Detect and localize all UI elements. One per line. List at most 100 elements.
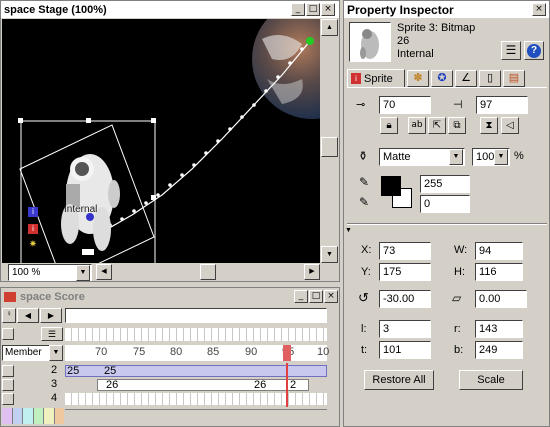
bg-color-field[interactable]: 0 <box>420 195 470 213</box>
tab-movie[interactable]: ▯ <box>479 70 501 87</box>
r-label: r: <box>454 323 461 335</box>
channel-3-toggle[interactable] <box>2 379 14 391</box>
playhead-marker[interactable] <box>283 345 291 361</box>
hscroll-left-arrow[interactable]: ◀ <box>96 264 112 280</box>
sprite-thumbnail <box>349 22 391 62</box>
scroll-down-arrow[interactable]: ▼ <box>321 246 338 263</box>
section-divider <box>347 223 547 225</box>
hscroll-right-arrow[interactable]: ▶ <box>304 264 320 280</box>
member-dropdown-arrow[interactable]: ▼ <box>49 345 63 361</box>
lock-icon[interactable]: 🔒︎ <box>380 117 398 134</box>
hscroll-thumb[interactable] <box>200 264 216 280</box>
r-field[interactable]: 143 <box>475 320 523 338</box>
restore-all-button[interactable]: Restore All <box>364 370 434 390</box>
tab-behavior[interactable]: ✽ <box>407 70 429 87</box>
ink-dropdown-arrow[interactable]: ▼ <box>449 149 463 165</box>
stage-vscroll[interactable]: ▲ ▼ <box>321 19 338 263</box>
w-field[interactable]: 94 <box>475 242 523 260</box>
minimize-icon[interactable]: _ <box>291 3 305 16</box>
swatch-1[interactable] <box>2 408 13 424</box>
stage-canvas[interactable]: Internal i i ✷ <box>2 19 320 263</box>
zoom-dropdown-arrow[interactable]: ▼ <box>76 265 90 281</box>
score-hide-button[interactable]: ♀ <box>2 308 16 323</box>
stage-title: space Stage (100%) <box>4 3 107 16</box>
close-icon[interactable]: × <box>321 3 335 16</box>
playhead-line <box>286 363 288 407</box>
moveable-icon[interactable]: ⇱ <box>428 117 446 134</box>
expand-arrow-icon[interactable]: ▼ <box>345 227 352 234</box>
score-color-swatches <box>2 408 64 424</box>
reg-x-field[interactable]: 70 <box>379 96 431 114</box>
script-channel-toggle[interactable] <box>2 328 14 340</box>
swatch-6[interactable] <box>54 408 64 424</box>
channel-3-sprite-span[interactable]: 26 26 2 <box>97 379 309 391</box>
score-minimize-icon[interactable]: _ <box>294 290 308 303</box>
flip-horizontal-icon[interactable]: ⧗ <box>480 117 498 134</box>
vscroll-thumb[interactable] <box>321 137 338 157</box>
score-maximize-icon[interactable]: □ <box>309 290 323 303</box>
tab-guides[interactable]: ▤ <box>503 70 525 87</box>
scale-button[interactable]: Scale <box>459 370 523 390</box>
stage-window: space Stage (100%) _ □ × Internal i i ✷ … <box>0 0 340 282</box>
tab-sprite[interactable]: i Sprite <box>347 69 405 88</box>
fg-color-field[interactable]: 255 <box>420 175 470 193</box>
foreground-color-chip[interactable] <box>381 176 401 196</box>
score-title: space Score <box>20 290 85 303</box>
script-channel-cells[interactable] <box>65 328 327 341</box>
astronaut-image <box>61 154 120 251</box>
frame-100: 10 <box>317 346 330 358</box>
maximize-icon[interactable]: □ <box>306 3 320 16</box>
score-sprite-name-field[interactable] <box>65 308 327 323</box>
l-field[interactable]: 3 <box>379 320 431 338</box>
reg-y-field[interactable]: 97 <box>476 96 528 114</box>
channel-4-toggle[interactable] <box>2 393 14 405</box>
script-channel-icon[interactable]: ☰ <box>41 327 63 341</box>
score-close-icon[interactable]: × <box>324 290 338 303</box>
inspector-close-icon[interactable]: × <box>532 3 546 16</box>
reg-y-icon: ⊣ <box>453 99 463 111</box>
swatch-5[interactable] <box>44 408 55 424</box>
score-bottom-scroll[interactable] <box>65 409 327 423</box>
flip-vertical-icon[interactable]: ◁ <box>501 117 519 134</box>
help-icon[interactable]: ? <box>524 41 544 60</box>
sprite-script-icon: i <box>28 207 38 217</box>
trails-icon[interactable]: ⧉ <box>448 117 466 134</box>
score-titlebar[interactable]: space Score <box>1 288 339 305</box>
sprite-behavior-icon: i <box>28 224 38 234</box>
list-view-icon[interactable]: ☰ <box>501 41 521 60</box>
channel-2-cell-start: 25 <box>67 365 80 377</box>
inspector-tabs: i Sprite ✽ ✪ ∠ ▯ ▤ <box>347 69 547 88</box>
t-field[interactable]: 101 <box>379 341 431 359</box>
w-label: W: <box>454 244 468 256</box>
tab-bitmap[interactable]: ∠ <box>455 70 477 87</box>
swatch-4[interactable] <box>33 408 44 424</box>
editable-icon[interactable]: ab <box>408 117 426 134</box>
earth-image <box>252 19 320 119</box>
swatch-3[interactable] <box>23 408 34 424</box>
inspector-titlebar[interactable]: Property Inspector <box>344 1 549 18</box>
tab-member[interactable]: ✪ <box>431 70 453 87</box>
h-field[interactable]: 116 <box>475 263 523 281</box>
score-next-button[interactable]: ▶ <box>40 308 62 323</box>
frame-80: 80 <box>170 346 183 358</box>
frame-ruler[interactable]: 70 75 80 85 90 95 10 <box>65 345 330 361</box>
background-color-icon: ✎ <box>359 195 370 209</box>
scroll-up-arrow[interactable]: ▲ <box>321 19 338 36</box>
frame-85: 85 <box>207 346 220 358</box>
channel-3-cell-key: 26 <box>254 379 267 391</box>
y-field[interactable]: 175 <box>379 263 431 281</box>
tab-sprite-label: Sprite <box>364 72 393 85</box>
stage-titlebar[interactable]: space Stage (100%) <box>1 1 339 18</box>
channel-2-toggle[interactable] <box>2 365 14 377</box>
zoom-value: 100 % <box>12 267 41 278</box>
b-field[interactable]: 249 <box>475 341 523 359</box>
tab-panel-border <box>347 87 547 88</box>
skew-field[interactable]: 0.00 <box>475 290 527 308</box>
score-window-icon <box>4 291 16 302</box>
channel-3: 3 26 26 2 <box>1 378 339 392</box>
score-prev-button[interactable]: ◀ <box>17 308 39 323</box>
swatch-2[interactable] <box>12 408 23 424</box>
blend-dropdown-arrow[interactable]: ▼ <box>494 149 508 165</box>
rotation-field[interactable]: -30.00 <box>379 290 431 308</box>
x-field[interactable]: 73 <box>379 242 431 260</box>
